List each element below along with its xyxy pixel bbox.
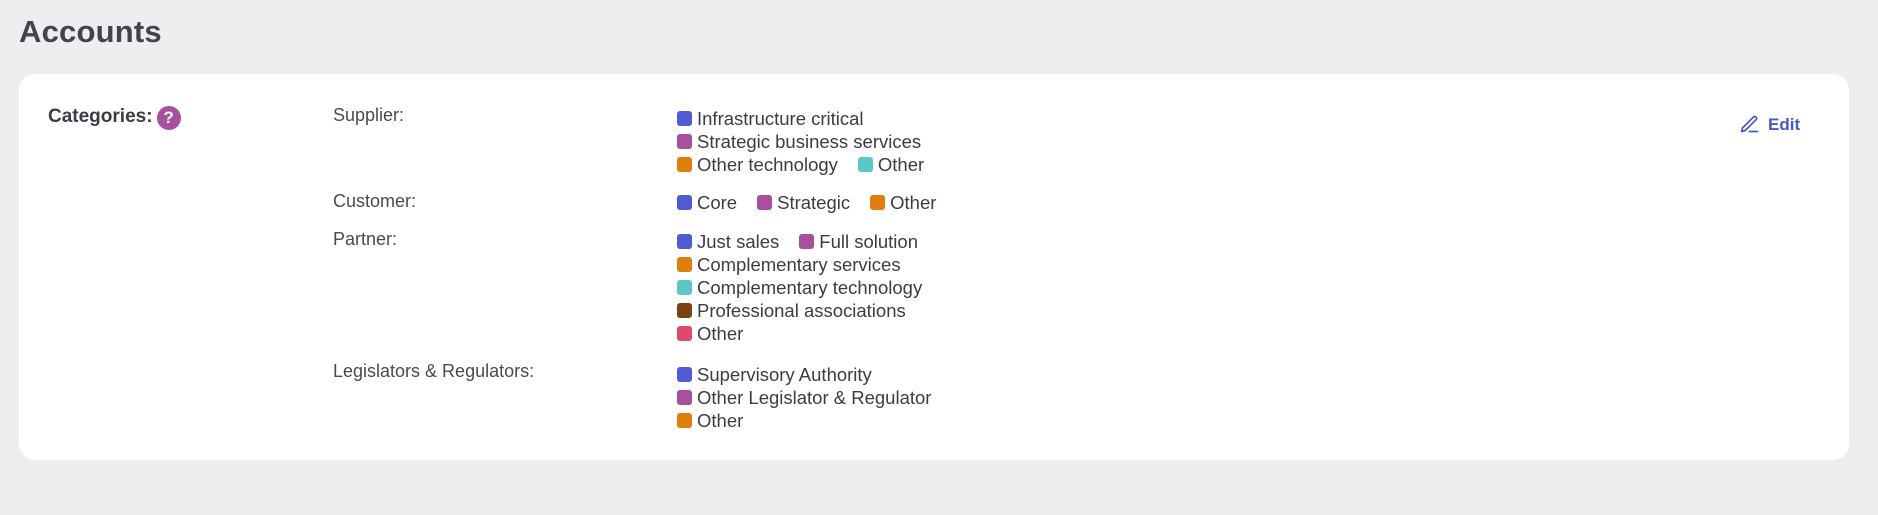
page-title: Accounts — [19, 14, 162, 49]
category-tag-label: Supervisory Authority — [697, 363, 872, 385]
item-row: Other — [677, 322, 1077, 345]
category-tag-label: Core — [697, 191, 738, 213]
category-tag: Strategic — [757, 192, 850, 214]
category-tag: Professional associations — [677, 300, 906, 322]
category-tag-label: Strategic business services — [697, 130, 922, 152]
item-row: Core Strategic Other — [677, 191, 1077, 214]
categories-header: Categories: ? — [48, 104, 181, 130]
category-tag-label: Professional associations — [697, 299, 906, 321]
category-tag-label: Other — [877, 153, 925, 175]
group-label-legislators-regulators: Legislators & Regulators: — [333, 361, 535, 381]
category-tag-label: Other Legislator & Regulator — [697, 386, 932, 408]
group-items-partner: Just sales Full solution Complementary s… — [677, 230, 1077, 345]
color-swatch — [677, 326, 692, 341]
item-row: Supervisory Authority — [677, 363, 1077, 386]
color-swatch — [677, 195, 692, 210]
item-row: Professional associations — [677, 299, 1077, 322]
category-tag: Core — [677, 192, 737, 214]
category-tag: Other technology — [677, 154, 838, 176]
color-swatch — [677, 234, 692, 249]
group-label-customer: Customer: — [333, 191, 417, 211]
category-tag: Infrastructure critical — [677, 108, 864, 130]
category-tag: Just sales — [677, 231, 779, 253]
category-tag: Other — [677, 323, 743, 345]
color-swatch — [870, 195, 886, 210]
categories-label: Categories: — [48, 106, 153, 127]
category-tag-label: Other technology — [697, 153, 838, 175]
item-row: Complementary technology — [677, 276, 1077, 299]
categories-card: Categories: ? Supplier: Infrastructure c… — [19, 74, 1849, 460]
category-tag-label: Full solution — [819, 230, 918, 252]
color-swatch — [677, 390, 692, 405]
group-items-customer: Core Strategic Other — [677, 191, 1077, 214]
category-tag: Other — [857, 153, 925, 176]
pencil-icon — [1740, 115, 1759, 133]
category-tag-label: Other — [890, 191, 937, 213]
category-tag: Complementary technology — [677, 277, 922, 299]
category-tag-label: Other — [697, 409, 744, 431]
category-tag-label: Just sales — [697, 230, 780, 252]
group-label-supplier: Supplier: — [333, 105, 405, 125]
item-row: Just sales Full solution — [677, 230, 1077, 253]
category-tag: Supervisory Authority — [677, 364, 872, 386]
edit-button-label: Edit — [1768, 114, 1801, 134]
category-tag: Complementary services — [677, 254, 901, 276]
color-swatch — [677, 303, 692, 318]
category-tag: Other Legislator & Regulator — [677, 387, 931, 409]
item-row: Other Legislator & Regulator — [677, 386, 1077, 409]
color-swatch — [677, 257, 692, 272]
color-swatch — [757, 195, 773, 210]
color-swatch — [677, 157, 692, 172]
color-swatch — [677, 367, 692, 382]
category-tag: Full solution — [799, 231, 918, 253]
category-tag: Other — [870, 192, 936, 214]
color-swatch — [677, 111, 692, 126]
color-swatch — [677, 134, 692, 149]
group-items-legislators-regulators: Supervisory Authority Other Legislator &… — [677, 363, 1077, 432]
question-circle-icon[interactable]: ? — [156, 106, 181, 130]
category-tag-label: Complementary services — [697, 253, 901, 275]
edit-button[interactable]: Edit — [1739, 114, 1800, 135]
color-swatch — [677, 280, 692, 295]
item-row: Strategic business services — [677, 130, 1077, 153]
item-row: Infrastructure critical — [677, 107, 1077, 130]
group-label-partner: Partner: — [333, 229, 398, 249]
category-tag-label: Complementary technology — [697, 276, 923, 298]
item-row: Other — [677, 409, 1077, 432]
color-swatch — [799, 234, 815, 249]
category-tag-label: Strategic — [777, 191, 851, 213]
color-swatch — [677, 413, 692, 428]
color-swatch — [857, 157, 873, 172]
category-tag: Strategic business services — [677, 131, 921, 153]
category-tag: Other — [677, 410, 743, 432]
item-row: Complementary services — [677, 253, 1077, 276]
category-tag-label: Infrastructure critical — [697, 107, 864, 129]
item-row: Other technology Other — [677, 153, 1077, 176]
category-tag-label: Other — [697, 322, 744, 344]
group-items-supplier: Infrastructure critical Strategic busine… — [677, 107, 1077, 176]
